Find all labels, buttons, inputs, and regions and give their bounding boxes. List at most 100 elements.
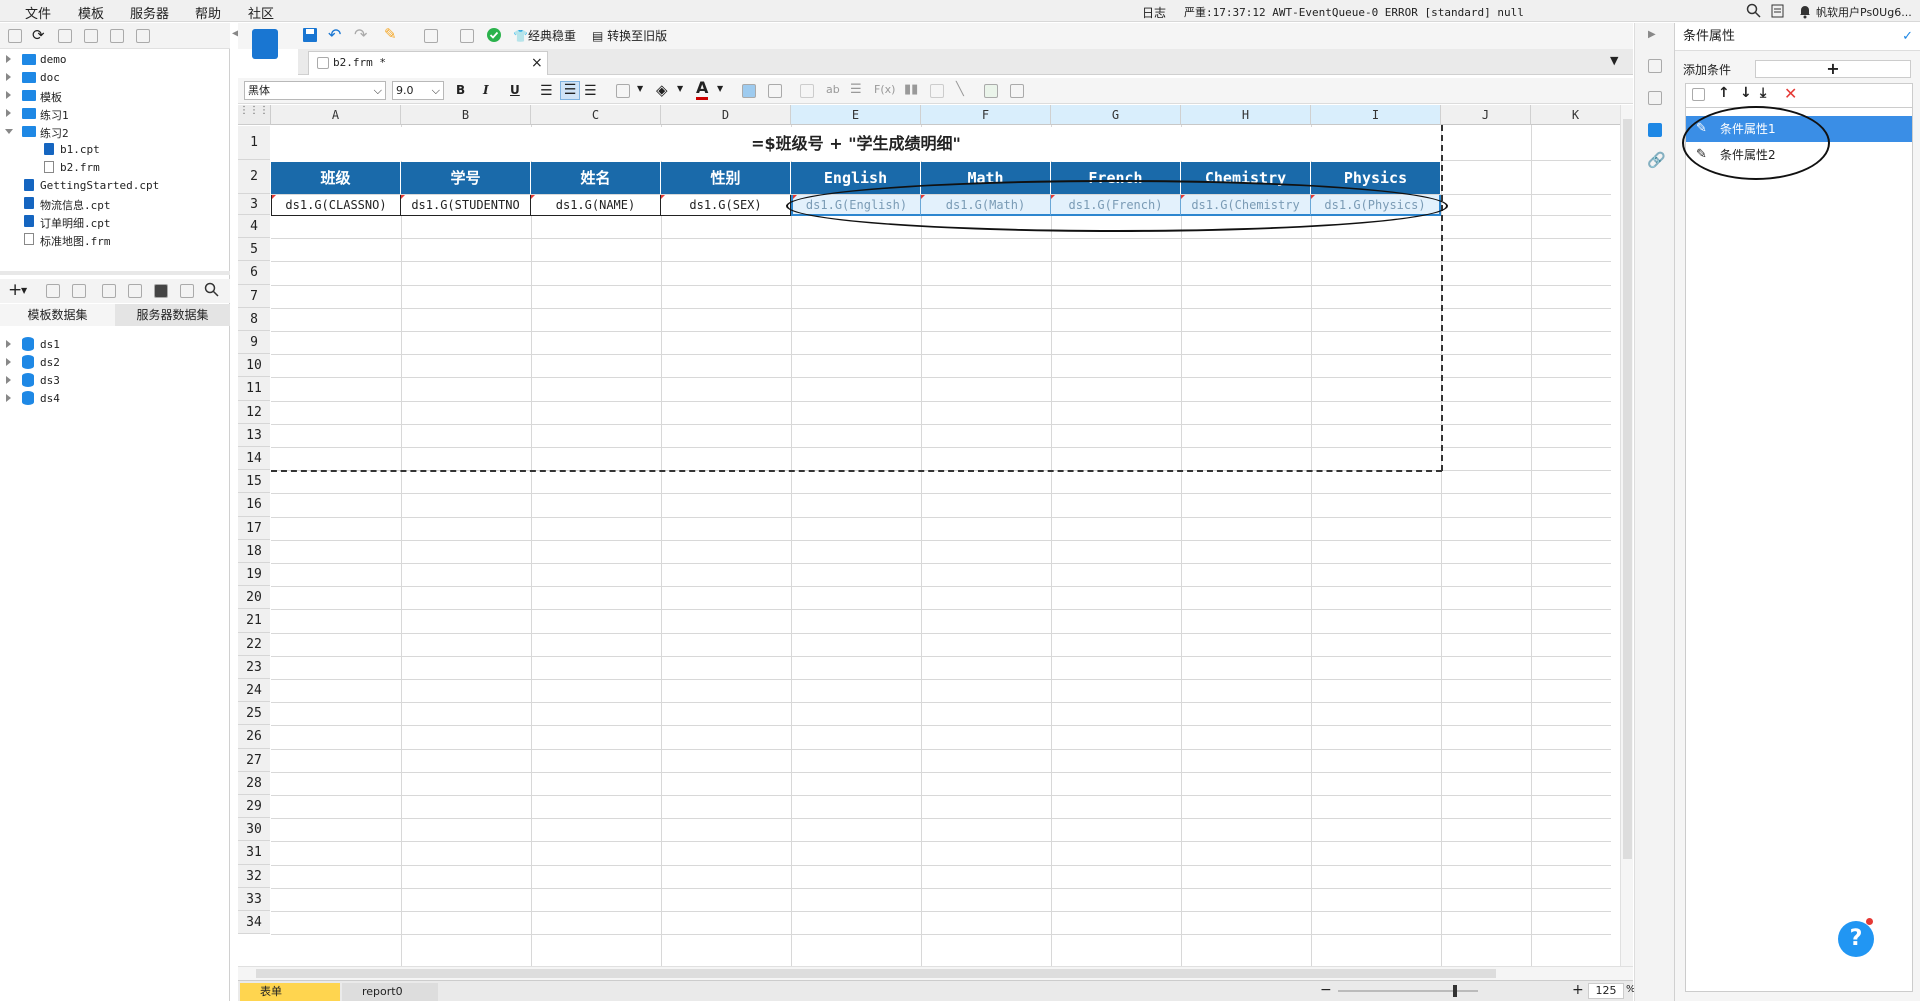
panel-pin-icon[interactable]: ✓ xyxy=(1902,23,1913,51)
sheet-tab-report0[interactable]: report0 xyxy=(342,983,438,1001)
row-header-9[interactable]: 9 xyxy=(238,331,270,355)
hyperlink-icon[interactable]: 🔗 xyxy=(1647,151,1666,169)
row-header-23[interactable]: 23 xyxy=(238,655,270,679)
preview-dataset-icon[interactable] xyxy=(102,284,116,298)
grid-icon[interactable] xyxy=(58,29,72,43)
row-header-31[interactable]: 31 xyxy=(238,841,270,865)
expand-right-icon[interactable]: ▶ xyxy=(1648,29,1656,40)
subreport-icon[interactable] xyxy=(984,84,998,98)
zoom-slider-handle[interactable] xyxy=(1453,985,1457,997)
row-header-10[interactable]: 10 xyxy=(238,354,270,378)
data-cell-studentno[interactable]: ds1.G(STUDENTNO xyxy=(401,195,531,216)
add-condition-button[interactable]: + xyxy=(1755,60,1911,78)
database-icon[interactable] xyxy=(154,284,168,298)
menu-help[interactable]: 帮助 xyxy=(195,3,221,22)
font-family-select[interactable]: 黑体 ⌵ xyxy=(244,81,386,100)
tab-menu-icon[interactable]: ▼ xyxy=(1610,54,1618,67)
merge-cell-icon[interactable] xyxy=(742,84,756,98)
row-header-14[interactable]: 14 xyxy=(238,447,270,471)
row-header-15[interactable]: 15 xyxy=(238,470,270,494)
data-cell-classno[interactable]: ds1.G(CLASSNO) xyxy=(271,195,401,216)
column-header-d[interactable]: D xyxy=(661,105,791,125)
row-header-12[interactable]: 12 xyxy=(238,400,270,424)
select-all-corner[interactable]: ⋮⋮⋮ xyxy=(238,105,271,125)
row-header-32[interactable]: 32 xyxy=(238,864,270,888)
row-header-1[interactable]: 1 xyxy=(238,126,270,160)
zoom-in-icon[interactable]: + xyxy=(1572,982,1584,998)
image-icon[interactable] xyxy=(930,84,944,98)
header-cell-studentno[interactable]: 学号 xyxy=(401,162,531,194)
slash-icon[interactable]: ╲ xyxy=(956,82,964,97)
log-label[interactable]: 日志 xyxy=(1142,4,1166,21)
unmerge-cell-icon[interactable] xyxy=(768,84,782,98)
row-header-20[interactable]: 20 xyxy=(238,586,270,610)
add-dropdown-icon[interactable]: ▼ xyxy=(21,286,27,295)
table-icon[interactable] xyxy=(1010,84,1024,98)
copy-condition-icon[interactable] xyxy=(1692,88,1705,101)
row-header-16[interactable]: 16 xyxy=(238,493,270,517)
move-bottom-icon[interactable]: ⤓ xyxy=(1760,85,1766,101)
zoom-value-input[interactable]: 125 xyxy=(1588,983,1624,999)
bold-icon[interactable]: B xyxy=(456,83,465,97)
row-header-2[interactable]: 2 xyxy=(238,160,270,194)
tab-close-icon[interactable]: × xyxy=(531,55,543,71)
horizontal-scroll-thumb[interactable] xyxy=(256,969,1496,978)
column-header-k[interactable]: K xyxy=(1531,105,1621,125)
column-header-h[interactable]: H xyxy=(1181,105,1311,125)
notes-icon[interactable] xyxy=(1770,3,1786,22)
form-type-icon[interactable] xyxy=(252,29,278,59)
row-header-27[interactable]: 27 xyxy=(238,748,270,772)
delete-condition-icon[interactable]: ✕ xyxy=(1784,84,1797,103)
server-dataset-icon[interactable] xyxy=(180,284,194,298)
panel-splitter[interactable] xyxy=(0,271,230,275)
tab-template-dataset[interactable]: 模板数据集 xyxy=(0,304,115,326)
save-icon[interactable] xyxy=(302,27,318,46)
menu-template[interactable]: 模板 xyxy=(78,3,104,22)
menu-server[interactable]: 服务器 xyxy=(130,3,169,22)
bell-icon[interactable] xyxy=(1798,3,1812,22)
tab-server-dataset[interactable]: 服务器数据集 xyxy=(115,304,230,326)
search-icon[interactable] xyxy=(1746,3,1762,22)
settings-icon[interactable] xyxy=(84,29,98,43)
help-button[interactable]: ? xyxy=(1838,921,1874,957)
edit-dataset-icon[interactable] xyxy=(46,284,60,298)
paragraph-icon[interactable]: ☰ xyxy=(850,82,862,97)
column-header-i[interactable]: I xyxy=(1311,105,1441,125)
new-file-icon[interactable] xyxy=(8,29,22,43)
row-header-22[interactable]: 22 xyxy=(238,632,270,656)
font-color-dropdown-icon[interactable]: ▼ xyxy=(717,84,723,93)
row-header-11[interactable]: 11 xyxy=(238,377,270,401)
delete-dataset-icon[interactable] xyxy=(72,284,86,298)
tab-b2-frm[interactable]: b2.frm * × xyxy=(308,51,548,75)
undo-icon[interactable]: ↶ xyxy=(328,25,341,44)
align-right-icon[interactable]: ☰ xyxy=(584,83,597,99)
header-cell-name[interactable]: 姓名 xyxy=(531,162,661,194)
align-left-icon[interactable]: ☰ xyxy=(540,83,553,99)
border-dropdown-icon[interactable]: ▼ xyxy=(637,84,643,93)
data-cell-sex[interactable]: ds1.G(SEX) xyxy=(661,195,791,216)
row-header-26[interactable]: 26 xyxy=(238,725,270,749)
search-dataset-icon[interactable] xyxy=(204,282,220,301)
column-header-e[interactable]: E xyxy=(791,105,921,125)
condition-attr-icon[interactable] xyxy=(1648,123,1662,137)
row-header-3[interactable]: 3 xyxy=(238,194,270,215)
fill-dropdown-icon[interactable]: ▼ xyxy=(677,84,683,93)
row-header-24[interactable]: 24 xyxy=(238,679,270,703)
horizontal-scrollbar[interactable] xyxy=(238,966,1633,980)
row-header-30[interactable]: 30 xyxy=(238,818,270,842)
row-header-25[interactable]: 25 xyxy=(238,702,270,726)
sheet-tab-form[interactable]: 表单 xyxy=(240,983,340,1001)
dataset-param-icon[interactable] xyxy=(128,284,142,298)
format-brush-icon[interactable]: ✎ xyxy=(384,25,397,43)
underline-icon[interactable]: U xyxy=(510,83,520,97)
row-header-5[interactable]: 5 xyxy=(238,238,270,262)
classic-style-button[interactable]: 👕经典稳重 xyxy=(513,27,576,44)
column-header-g[interactable]: G xyxy=(1051,105,1181,125)
column-header-c[interactable]: C xyxy=(531,105,661,125)
fill-color-icon[interactable]: ◈ xyxy=(656,81,668,99)
row-header-29[interactable]: 29 xyxy=(238,795,270,819)
cell-attr-icon[interactable] xyxy=(1648,59,1662,73)
header-cell-sex[interactable]: 性别 xyxy=(661,162,791,194)
font-size-select[interactable]: 9.0 ⌵ xyxy=(392,81,444,100)
row-header-21[interactable]: 21 xyxy=(238,609,270,633)
